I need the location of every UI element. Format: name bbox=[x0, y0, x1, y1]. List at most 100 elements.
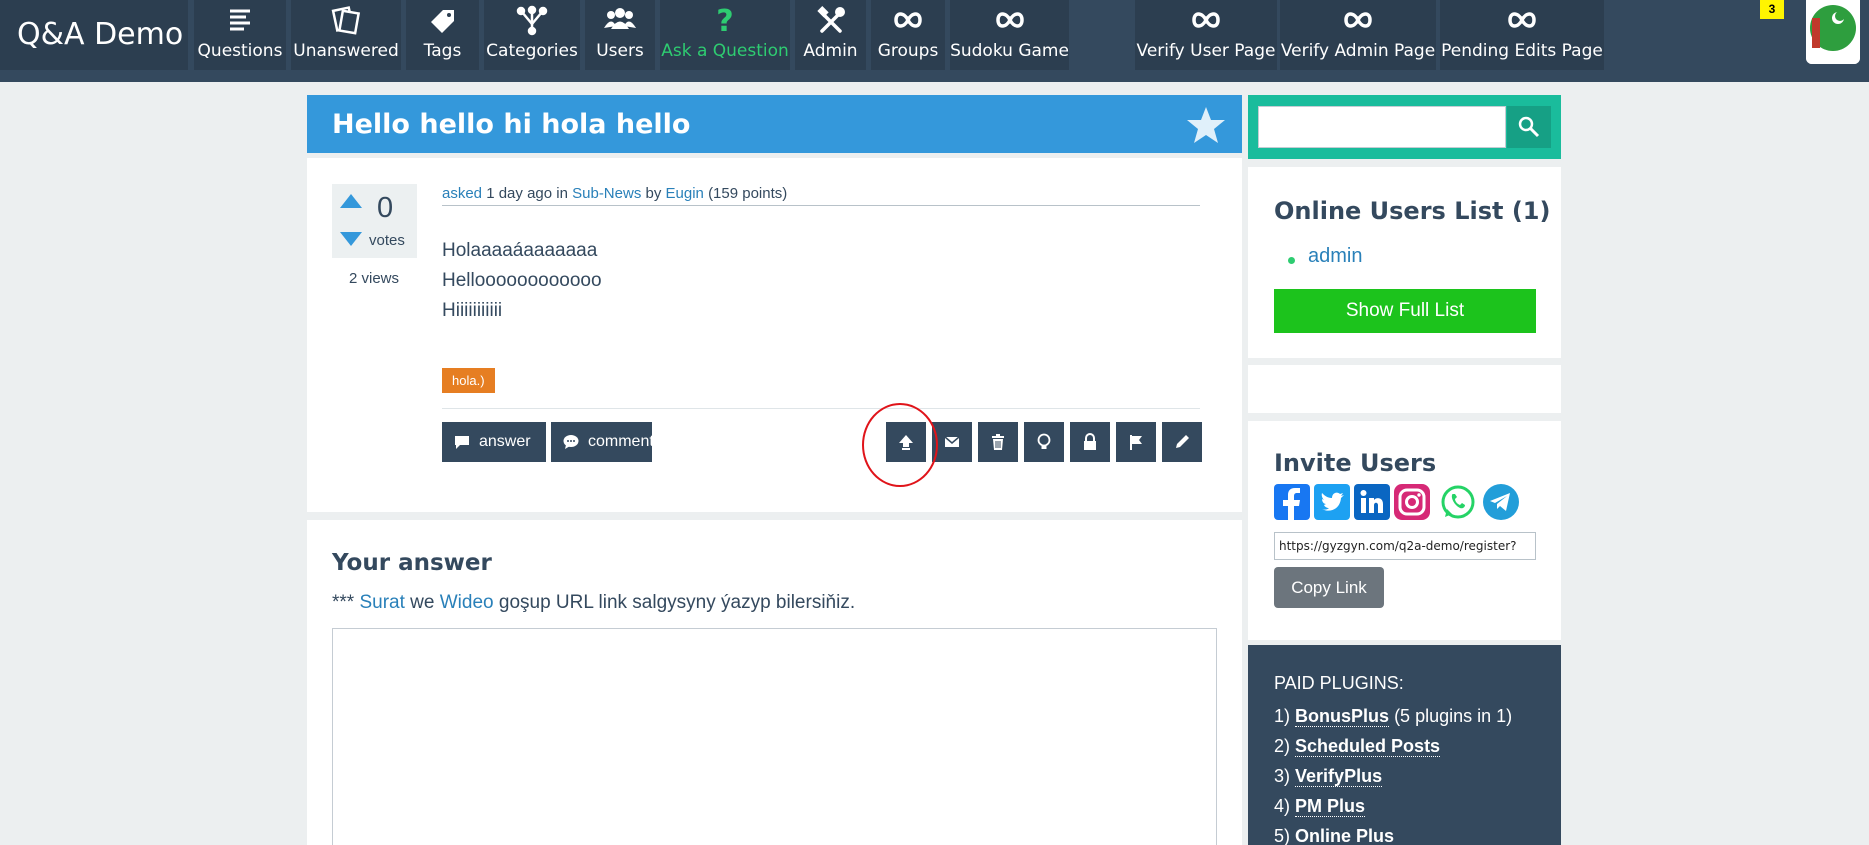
twitter-icon[interactable] bbox=[1314, 484, 1350, 520]
plugin-link[interactable]: BonusPlus bbox=[1295, 706, 1390, 727]
your-answer-heading: Your answer bbox=[332, 550, 492, 576]
referral-link-input[interactable]: https://gyzgyn.com/q2a-demo/register?u=1 bbox=[1274, 532, 1536, 579]
item-number: 4) bbox=[1274, 796, 1291, 816]
notification-badge[interactable]: 3 bbox=[1760, 0, 1784, 19]
nav-label: Pending Edits Page bbox=[1441, 41, 1603, 61]
question-title: Hello hello hi hola hello bbox=[332, 109, 691, 140]
list-icon bbox=[230, 9, 250, 31]
plugin-link[interactable]: PM Plus bbox=[1295, 796, 1366, 817]
infinity-icon bbox=[894, 12, 922, 28]
edit-button[interactable] bbox=[1162, 422, 1202, 462]
item-number: 5) bbox=[1274, 826, 1291, 845]
nav-tags[interactable]: Tags bbox=[406, 0, 479, 70]
note-prefix: *** bbox=[332, 592, 360, 613]
answer-button[interactable]: answer bbox=[442, 422, 546, 462]
lightbulb-icon bbox=[1037, 433, 1051, 449]
tag-chip[interactable]: hola.) bbox=[442, 368, 495, 393]
vote-down-icon[interactable] bbox=[340, 232, 362, 246]
question-title-bar: Hello hello hi hola hello bbox=[307, 95, 1242, 153]
online-user-link[interactable]: admin bbox=[1308, 245, 1362, 268]
flag-button[interactable] bbox=[1116, 422, 1156, 462]
nav-verify-user[interactable]: Verify User Page bbox=[1135, 0, 1277, 70]
question-icon: ? bbox=[716, 4, 734, 39]
nav-label: Tags bbox=[423, 41, 462, 61]
nav-verify-admin[interactable]: Verify Admin Page bbox=[1280, 0, 1436, 70]
note-suffix: goşup URL link salgysyny ýazyp bilersiňi… bbox=[493, 592, 856, 613]
delete-button[interactable] bbox=[978, 422, 1018, 462]
pages-icon bbox=[331, 6, 361, 35]
nav-categories[interactable]: Categories bbox=[484, 0, 580, 70]
online-users-panel: Online Users List (1) admin Show Full Li… bbox=[1248, 167, 1561, 358]
invite-users-title: Invite Users bbox=[1274, 449, 1437, 477]
comment-button[interactable]: comment bbox=[551, 422, 654, 462]
vote-count: 0 bbox=[377, 192, 394, 224]
nav-label: Groups bbox=[877, 41, 939, 61]
list-item: 5) Online Plus bbox=[1274, 821, 1512, 845]
pencil-icon bbox=[1176, 435, 1189, 448]
list-item: 4) PM Plus bbox=[1274, 791, 1512, 821]
nav-admin[interactable]: Admin bbox=[795, 0, 866, 70]
empty-widget bbox=[1248, 365, 1561, 413]
online-indicator bbox=[1288, 257, 1295, 264]
message-button[interactable] bbox=[932, 422, 972, 462]
linkedin-icon[interactable] bbox=[1354, 484, 1390, 520]
views-count: 2 views bbox=[349, 270, 400, 287]
nav-label: Questions bbox=[197, 41, 283, 61]
divider bbox=[442, 408, 1200, 409]
nav-sudoku[interactable]: Sudoku Game bbox=[950, 0, 1069, 70]
search-icon bbox=[1518, 116, 1540, 138]
comment-button-label: comment bbox=[588, 433, 654, 450]
hide-button[interactable] bbox=[1024, 422, 1064, 462]
answer-editor[interactable] bbox=[332, 628, 1217, 845]
user-avatar[interactable] bbox=[1806, 0, 1860, 64]
tag-icon bbox=[430, 10, 454, 33]
favorite-star-icon[interactable] bbox=[1186, 105, 1226, 145]
copy-link-button[interactable]: Copy Link bbox=[1274, 567, 1384, 608]
nav-pending-edits[interactable]: Pending Edits Page bbox=[1440, 0, 1604, 70]
category-link[interactable]: Sub-News bbox=[572, 185, 641, 202]
facebook-icon[interactable] bbox=[1274, 484, 1310, 520]
author-link[interactable]: Eugin bbox=[666, 185, 704, 202]
author-points: (159 points) bbox=[708, 185, 788, 202]
nav-label: Ask a Question bbox=[661, 41, 789, 61]
answer-form: Your answer *** Surat we Wideo goşup URL… bbox=[307, 520, 1242, 845]
image-link[interactable]: Surat bbox=[359, 592, 404, 613]
whatsapp-icon[interactable] bbox=[1440, 484, 1476, 520]
search-button[interactable] bbox=[1507, 106, 1551, 148]
infinity-icon bbox=[1344, 12, 1372, 28]
content-line: Hiiiiiiiiiii bbox=[442, 300, 503, 321]
question-content: Holaaaaáaaaaaaa Helloooooooooooo Hiiiiii… bbox=[442, 236, 602, 326]
plugin-link[interactable]: Online Plus bbox=[1295, 826, 1395, 845]
answer-button-label: answer bbox=[479, 433, 531, 450]
infinity-icon bbox=[1192, 12, 1220, 28]
instagram-icon[interactable] bbox=[1394, 484, 1430, 520]
meta-by: by bbox=[645, 185, 662, 202]
plugin-link[interactable]: Scheduled Posts bbox=[1295, 736, 1441, 757]
top-navbar: Q&A Demo Questions Unanswered Tags Categ… bbox=[0, 0, 1869, 82]
search-input[interactable] bbox=[1258, 106, 1506, 148]
comment-icon bbox=[563, 435, 579, 449]
list-item: 1) BonusPlus (5 plugins in 1) bbox=[1274, 701, 1512, 731]
show-full-list-button[interactable]: Show Full List bbox=[1274, 289, 1536, 333]
tools-icon bbox=[816, 6, 845, 33]
list-item: 2) Scheduled Posts bbox=[1274, 731, 1512, 761]
nav-ask-question[interactable]: ? Ask a Question bbox=[660, 0, 790, 70]
nav-questions[interactable]: Questions bbox=[194, 0, 286, 70]
nav-unanswered[interactable]: Unanswered bbox=[291, 0, 401, 70]
vote-up-icon[interactable] bbox=[340, 194, 362, 208]
paid-plugins-panel: PAID PLUGINS: 1) BonusPlus (5 plugins in… bbox=[1248, 645, 1561, 845]
video-link[interactable]: Wideo bbox=[440, 592, 494, 613]
plugin-link[interactable]: VerifyPlus bbox=[1295, 766, 1383, 787]
nav-users[interactable]: Users bbox=[585, 0, 655, 70]
asked-link[interactable]: asked bbox=[442, 185, 482, 202]
site-logo[interactable]: Q&A Demo bbox=[0, 0, 188, 70]
lock-icon bbox=[1084, 433, 1096, 450]
users-icon bbox=[604, 8, 636, 29]
infinity-icon bbox=[995, 12, 1024, 28]
close-question-button[interactable] bbox=[1070, 422, 1110, 462]
nav-groups[interactable]: Groups bbox=[871, 0, 945, 70]
envelope-icon bbox=[944, 436, 960, 447]
question-body: 0 votes 2 views asked 1 day ago in Sub-N… bbox=[307, 158, 1242, 512]
telegram-icon[interactable] bbox=[1483, 484, 1519, 520]
item-extra: (5 plugins in 1) bbox=[1394, 706, 1513, 726]
